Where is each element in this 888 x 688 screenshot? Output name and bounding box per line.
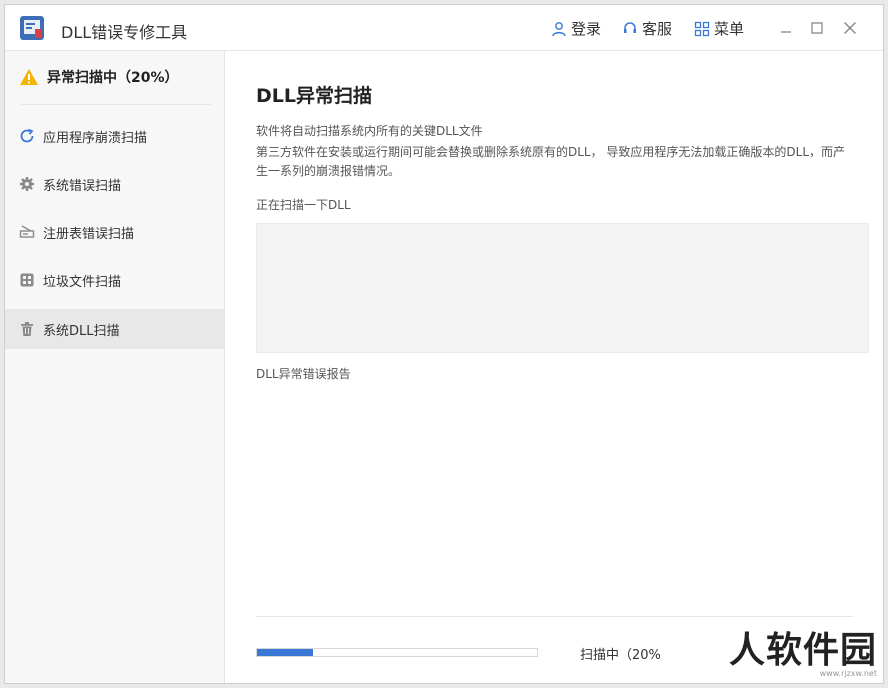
login-button[interactable]: 登录: [551, 18, 601, 39]
login-label: 登录: [571, 20, 602, 38]
main-panel: DLL异常扫描 软件将自动扫描系统内所有的关键DLL文件 第三方软件在安装或运行…: [225, 51, 883, 683]
sidebar-item-junk-files-scan[interactable]: 垃圾文件扫描: [5, 260, 224, 300]
apps-icon: [694, 21, 710, 36]
scan-output-box: [256, 223, 869, 353]
trash-icon: [21, 322, 33, 336]
scan-progress-bar: [256, 648, 538, 657]
gear-icon: [20, 177, 34, 191]
maximize-icon: [811, 22, 823, 34]
minimize-icon: [781, 31, 791, 33]
scanning-label: 正在扫描一下DLL: [256, 198, 351, 212]
scan-progress-fill: [257, 649, 313, 656]
registry-icon: [19, 225, 35, 238]
sidebar-item-label: 垃圾文件扫描: [43, 274, 122, 290]
sidebar-item-app-crash-scan[interactable]: 应用程序崩溃扫描: [5, 116, 224, 156]
minimize-button[interactable]: [775, 17, 797, 39]
close-button[interactable]: [839, 17, 861, 39]
sidebar-item-label: 系统DLL扫描: [43, 323, 120, 339]
watermark-url: www.rjzxw.net: [819, 668, 877, 678]
sidebar-item-registry-scan[interactable]: 注册表错误扫描: [5, 212, 224, 252]
grid-icon: [20, 273, 34, 287]
warning-icon: [20, 69, 38, 85]
user-icon: [552, 21, 566, 36]
app-title: DLL错误专修工具: [61, 23, 188, 42]
description-line-2: 第三方软件在安装或运行期间可能会替换或删除系统原有的DLL， 导致应用程序无法加…: [256, 145, 846, 178]
description-line-1: 软件将自动扫描系统内所有的关键DLL文件: [256, 124, 483, 138]
maximize-button[interactable]: [806, 17, 828, 39]
page-title: DLL异常扫描: [256, 85, 372, 107]
headset-icon: [624, 21, 636, 33]
support-label: 客服: [642, 20, 673, 38]
menu-label: 菜单: [714, 20, 745, 38]
progress-text: 扫描中（20%）: [580, 648, 660, 663]
scan-status: 异常扫描中（20%）: [19, 67, 179, 87]
app-window: DLL错误专修工具 登录 客服 菜单 异常扫描中（20%） 应用程序崩溃扫描 系…: [4, 4, 884, 684]
close-icon: [844, 22, 856, 34]
bottom-divider: [256, 616, 853, 617]
sidebar-item-system-error-scan[interactable]: 系统错误扫描: [5, 164, 224, 204]
watermark-text: 人软件园: [728, 629, 877, 671]
refresh-icon: [20, 128, 34, 143]
sidebar-item-label: 系统错误扫描: [43, 178, 122, 194]
app-logo-icon: [20, 16, 44, 40]
sidebar-item-label: 注册表错误扫描: [43, 226, 135, 242]
report-label: DLL异常错误报告: [256, 367, 351, 381]
sidebar-item-label: 应用程序崩溃扫描: [43, 130, 148, 146]
support-button[interactable]: 客服: [622, 18, 672, 39]
scan-status-text: 异常扫描中（20%）: [47, 70, 179, 86]
sidebar-divider: [21, 104, 211, 105]
sidebar-item-system-dll-scan[interactable]: 系统DLL扫描: [5, 309, 224, 349]
watermark: 人软件园 www.rjzxw.net: [707, 625, 877, 683]
title-bar: DLL错误专修工具 登录 客服 菜单: [5, 5, 883, 51]
menu-button[interactable]: 菜单: [694, 18, 744, 39]
sidebar: 异常扫描中（20%） 应用程序崩溃扫描 系统错误扫描 注册表错误扫描 垃圾文件扫…: [5, 51, 225, 683]
